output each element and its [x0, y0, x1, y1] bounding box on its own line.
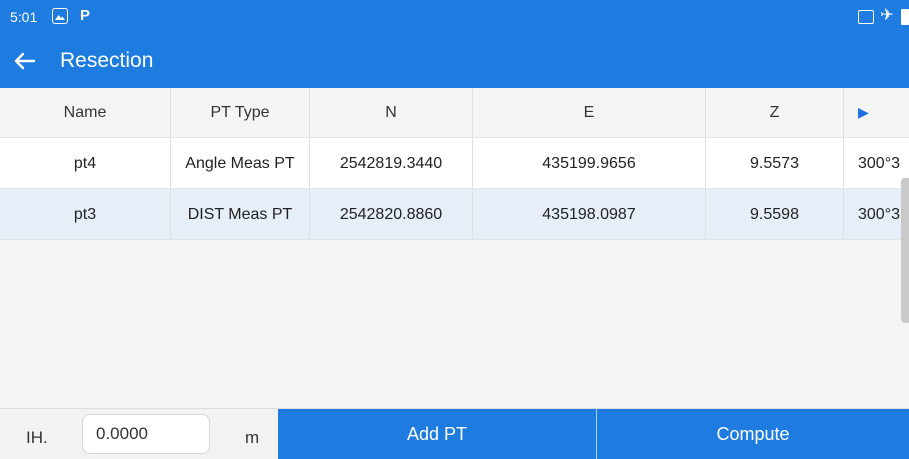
cell-n: 2542819.3440 — [310, 138, 473, 188]
cell-h-angle: 300°3 — [858, 205, 900, 223]
cell-name: pt3 — [0, 189, 171, 239]
parking-icon: P — [79, 7, 90, 24]
column-header-name[interactable]: Name — [0, 88, 171, 137]
status-time: 5:01 — [10, 9, 38, 25]
column-header-pt-type[interactable]: PT Type — [171, 88, 310, 137]
cast-icon — [858, 10, 874, 24]
points-table: Name PT Type N E Z ▶ pt4 Angle Meas PT 2… — [0, 88, 909, 240]
table-row[interactable]: pt4 Angle Meas PT 2542819.3440 435199.96… — [0, 138, 909, 189]
table-header-row: Name PT Type N E Z ▶ — [0, 88, 909, 138]
page-title: Resection — [60, 49, 154, 72]
cell-pt-type: Angle Meas PT — [171, 138, 310, 188]
instrument-height-label: IH. — [26, 428, 48, 447]
bottom-toolbar: IH. 0.0000 m Add PT Compute — [0, 408, 909, 459]
cell-e: 435198.0987 — [473, 189, 706, 239]
status-bar: 5:01 P ✈ — [0, 0, 909, 34]
airplane-mode-icon: ✈ — [880, 7, 894, 24]
scroll-handle[interactable] — [901, 178, 909, 323]
gallery-icon — [52, 8, 68, 24]
table-empty-area — [0, 240, 909, 408]
arrow-left-icon[interactable] — [12, 48, 38, 74]
cell-pt-type: DIST Meas PT — [171, 189, 310, 239]
add-pt-button[interactable]: Add PT — [278, 409, 596, 459]
cell-n: 2542820.8860 — [310, 189, 473, 239]
cell-z: 9.5573 — [706, 138, 844, 188]
cell-e: 435199.9656 — [473, 138, 706, 188]
instrument-height-input[interactable]: 0.0000 — [82, 414, 210, 454]
battery-icon — [901, 9, 909, 25]
scroll-right-icon: ▶ — [858, 104, 869, 120]
compute-button[interactable]: Compute — [597, 409, 909, 459]
cell-h-angle: 300°3 — [858, 154, 900, 172]
column-header-more[interactable]: ▶ — [844, 88, 909, 137]
cell-name: pt4 — [0, 138, 171, 188]
column-header-z[interactable]: Z — [706, 88, 844, 137]
cell-z: 9.5598 — [706, 189, 844, 239]
unit-label: m — [245, 428, 260, 447]
title-bar: Resection — [0, 34, 909, 88]
column-header-n[interactable]: N — [310, 88, 473, 137]
column-header-e[interactable]: E — [473, 88, 706, 137]
table-row[interactable]: pt3 DIST Meas PT 2542820.8860 435198.098… — [0, 189, 909, 240]
